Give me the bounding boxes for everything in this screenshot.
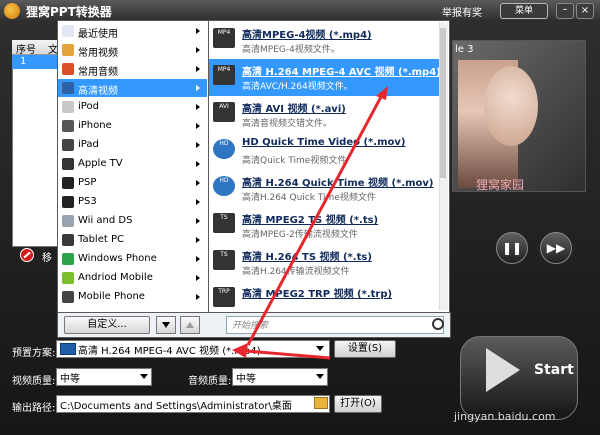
arrow-to-preset — [245, 349, 331, 360]
arrow-to-submenu-item — [246, 94, 384, 346]
arrowhead-icon — [232, 343, 248, 358]
arrowhead-icon — [376, 86, 388, 100]
annotation-arrows — [232, 86, 388, 360]
